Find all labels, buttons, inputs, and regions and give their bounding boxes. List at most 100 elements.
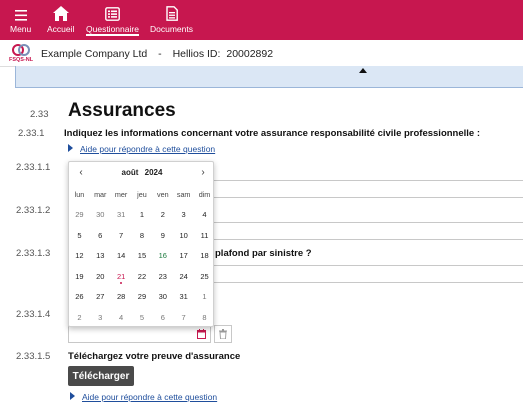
calendar-day[interactable]: 30	[90, 210, 111, 219]
weekday-label: mar	[94, 189, 107, 199]
help-link[interactable]: Aide pour répondre à cette question	[82, 392, 217, 402]
calendar-day[interactable]: 25	[194, 272, 215, 281]
expand-triangle-icon[interactable]	[68, 144, 73, 152]
calendar-day[interactable]: 11	[194, 231, 215, 240]
document-icon	[165, 4, 178, 21]
calendar-day[interactable]: 29	[69, 210, 90, 219]
calendar-day[interactable]: 20	[90, 272, 111, 281]
progress-strip[interactable]	[15, 66, 523, 88]
calendar-day-number: 21	[116, 271, 126, 281]
calendar-day-number: 2	[160, 210, 165, 220]
calendar-day-number: 22	[137, 271, 147, 281]
calendar-day[interactable]: 16	[152, 251, 173, 260]
company-bar: FSQS-NL Example Company Ltd - Hellios ID…	[0, 40, 523, 67]
calendar-day[interactable]: 22	[132, 272, 153, 281]
calendar-day-number: 30	[96, 210, 105, 220]
upload-button[interactable]: Télécharger	[68, 366, 134, 386]
answer-field[interactable]	[205, 265, 523, 283]
weekday-label: lun	[74, 189, 85, 199]
nav-menu[interactable]: Menu	[10, 4, 31, 36]
calendar-day[interactable]: 15	[132, 251, 153, 260]
calendar-grid: lun mar mer jeu ven sam dim 29 30 31 1 2 3 4 5 6 7 8 9 10 11…	[69, 184, 215, 328]
calendar-title: août 2024	[69, 168, 215, 177]
calendar-day[interactable]: 27	[90, 292, 111, 301]
calendar-day[interactable]: 1	[132, 210, 153, 219]
logo-text: FSQS-NL	[9, 57, 34, 63]
calendar-year[interactable]: 2024	[145, 168, 163, 177]
calendar-day[interactable]: 21	[111, 271, 132, 284]
calendar-day[interactable]: 31	[111, 210, 132, 219]
expand-triangle-icon[interactable]	[70, 392, 75, 400]
calendar-day[interactable]: 29	[132, 292, 153, 301]
calendar-day-number: 2	[77, 312, 82, 322]
calendar-day-number: 24	[179, 271, 188, 281]
weekday-header-row: lun mar mer jeu ven sam dim	[69, 184, 215, 205]
calendar-day[interactable]: 5	[69, 231, 90, 240]
calendar-day[interactable]: 7	[173, 313, 194, 322]
calendar-day[interactable]: 18	[194, 251, 215, 260]
calendar-day[interactable]: 10	[173, 231, 194, 240]
calendar-day[interactable]: 24	[173, 272, 194, 281]
calendar-day-number: 16	[158, 251, 167, 261]
calendar-day[interactable]: 2	[69, 313, 90, 322]
question-number: 2.33.1	[18, 128, 45, 139]
nav-questionnaire[interactable]: Questionnaire	[86, 4, 139, 36]
answer-field[interactable]	[205, 222, 523, 240]
calendar-day-number: 5	[77, 230, 82, 240]
calendar-day[interactable]: 17	[173, 251, 194, 260]
calendar-day[interactable]: 14	[111, 251, 132, 260]
calendar-day[interactable]: 7	[111, 231, 132, 240]
calendar-day[interactable]: 8	[194, 313, 215, 322]
nav-menu-label: Menu	[10, 24, 32, 34]
calendar-day[interactable]: 4	[194, 210, 215, 219]
calendar-day[interactable]: 23	[152, 272, 173, 281]
company-info: Example Company Ltd - Hellios ID: 200028…	[41, 48, 273, 60]
calendar-day[interactable]: 9	[152, 231, 173, 240]
nav-questionnaire-label: Questionnaire	[86, 24, 139, 34]
calendar-day-number: 18	[200, 251, 209, 261]
top-navigation-bar: Menu Accueil Questionnaire Documents	[0, 0, 523, 40]
calendar-day-number: 5	[139, 312, 145, 322]
date-input[interactable]	[68, 325, 211, 343]
calendar-day[interactable]: 6	[152, 313, 173, 322]
calendar-day[interactable]: 6	[90, 231, 111, 240]
current-position-marker	[359, 68, 367, 73]
calendar-day-number: 8	[139, 230, 145, 240]
next-month-button[interactable]: ›	[196, 166, 210, 180]
answer-field[interactable]	[205, 180, 523, 198]
calendar-day[interactable]: 3	[90, 313, 111, 322]
calendar-day-number: 6	[160, 312, 165, 322]
calendar-day[interactable]: 30	[152, 292, 173, 301]
calendar-day-number: 6	[98, 230, 103, 240]
question-number: 2.33.1.2	[16, 205, 51, 216]
calendar-day[interactable]: 4	[111, 313, 132, 322]
help-link[interactable]: Aide pour répondre à cette question	[80, 144, 215, 154]
trash-icon	[219, 329, 227, 339]
calendar-day[interactable]: 19	[69, 272, 90, 281]
calendar-day[interactable]: 5	[132, 313, 153, 322]
calendar-day-number: 29	[137, 292, 147, 302]
nav-accueil[interactable]: Accueil	[47, 4, 74, 36]
calendar-day-number: 4	[119, 312, 124, 322]
calendar-icon[interactable]	[197, 329, 206, 339]
calendar-day[interactable]: 3	[173, 210, 194, 219]
calendar-header: ‹ août 2024 ›	[69, 166, 215, 182]
calendar-day[interactable]: 2	[152, 210, 173, 219]
company-separator: -	[158, 48, 162, 60]
nav-documents[interactable]: Documents	[150, 4, 193, 36]
calendar-day[interactable]: 26	[69, 292, 90, 301]
calendar-day[interactable]: 31	[173, 292, 194, 301]
weekday-label: mer	[114, 189, 128, 199]
calendar-day[interactable]: 12	[69, 251, 90, 260]
calendar-day[interactable]: 8	[132, 231, 153, 240]
calendar-day-number: 7	[181, 312, 186, 322]
calendar-day[interactable]: 1	[194, 292, 215, 301]
calendar-day-number: 8	[202, 312, 207, 322]
calendar-day-number: 30	[158, 292, 167, 302]
calendar-month[interactable]: août	[122, 168, 139, 177]
weekday-label: jeu	[137, 189, 147, 199]
company-name: Example Company Ltd	[41, 48, 148, 60]
calendar-day[interactable]: 13	[90, 251, 111, 260]
calendar-day[interactable]: 28	[111, 292, 132, 301]
clear-date-button[interactable]	[214, 325, 232, 343]
